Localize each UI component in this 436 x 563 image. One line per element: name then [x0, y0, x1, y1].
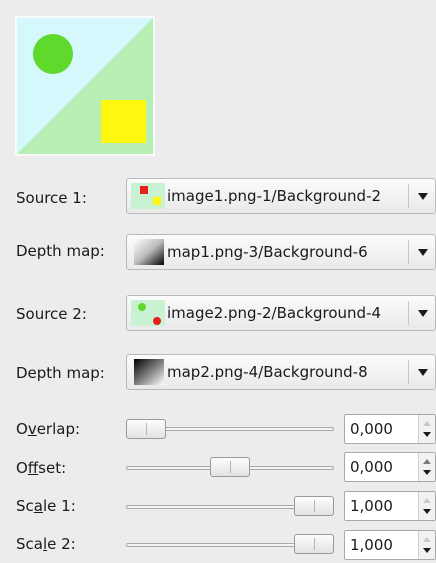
preview-image	[15, 16, 155, 156]
depth2-combo[interactable]: map2.png-4/Background-8	[126, 354, 436, 390]
decrement-icon[interactable]	[423, 548, 431, 553]
overlap-label: Overlap:	[16, 420, 81, 438]
scale1-spinbox[interactable]: 1,000	[344, 491, 436, 521]
overlap-slider-handle[interactable]	[126, 419, 166, 439]
decrement-icon[interactable]	[423, 470, 431, 475]
scale2-value: 1,000	[350, 536, 393, 554]
overlap-spinbox[interactable]: 0,000	[344, 414, 436, 444]
source2-combo[interactable]: image2.png-2/Background-4	[126, 295, 436, 331]
decrement-icon[interactable]	[423, 432, 431, 437]
offset-value: 0,000	[350, 458, 393, 476]
source1-value: image1.png-1/Background-2	[167, 187, 382, 205]
source1-combo[interactable]: image1.png-1/Background-2	[126, 178, 436, 214]
depth2-label: Depth map:	[16, 364, 105, 382]
combo-separator	[408, 301, 409, 325]
scale2-label: Scale 2:	[16, 535, 76, 553]
depth2-thumbnail	[134, 359, 164, 385]
scale2-spinbox[interactable]: 1,000	[344, 530, 436, 560]
increment-icon[interactable]	[423, 421, 431, 426]
scale1-slider-handle[interactable]	[294, 496, 334, 516]
depth2-value: map2.png-4/Background-8	[167, 363, 368, 381]
scale2-slider-handle[interactable]	[294, 534, 334, 554]
combo-separator	[408, 240, 409, 264]
depth1-combo[interactable]: map1.png-3/Background-6	[126, 234, 436, 270]
decrement-icon[interactable]	[423, 509, 431, 514]
depth1-label: Depth map:	[16, 242, 105, 260]
offset-label: Offset:	[16, 459, 67, 477]
source2-thumbnail	[131, 300, 165, 326]
source2-value: image2.png-2/Background-4	[167, 304, 382, 322]
offset-slider-handle[interactable]	[210, 457, 250, 477]
source1-thumbnail	[131, 183, 165, 209]
scale1-label: Scale 1:	[16, 497, 76, 515]
depth1-thumbnail	[134, 239, 164, 265]
combo-separator	[408, 184, 409, 208]
offset-spinbox[interactable]: 0,000	[344, 452, 436, 482]
combo-separator	[408, 360, 409, 384]
source1-label: Source 1:	[16, 189, 87, 207]
overlap-value: 0,000	[350, 420, 393, 438]
scale1-value: 1,000	[350, 497, 393, 515]
increment-icon[interactable]	[423, 537, 431, 542]
depth1-value: map1.png-3/Background-6	[167, 243, 368, 261]
chevron-down-icon	[418, 310, 428, 317]
chevron-down-icon	[418, 193, 428, 200]
chevron-down-icon	[418, 249, 428, 256]
chevron-down-icon	[418, 369, 428, 376]
source2-label: Source 2:	[16, 305, 87, 323]
increment-icon[interactable]	[423, 459, 431, 464]
increment-icon[interactable]	[423, 498, 431, 503]
